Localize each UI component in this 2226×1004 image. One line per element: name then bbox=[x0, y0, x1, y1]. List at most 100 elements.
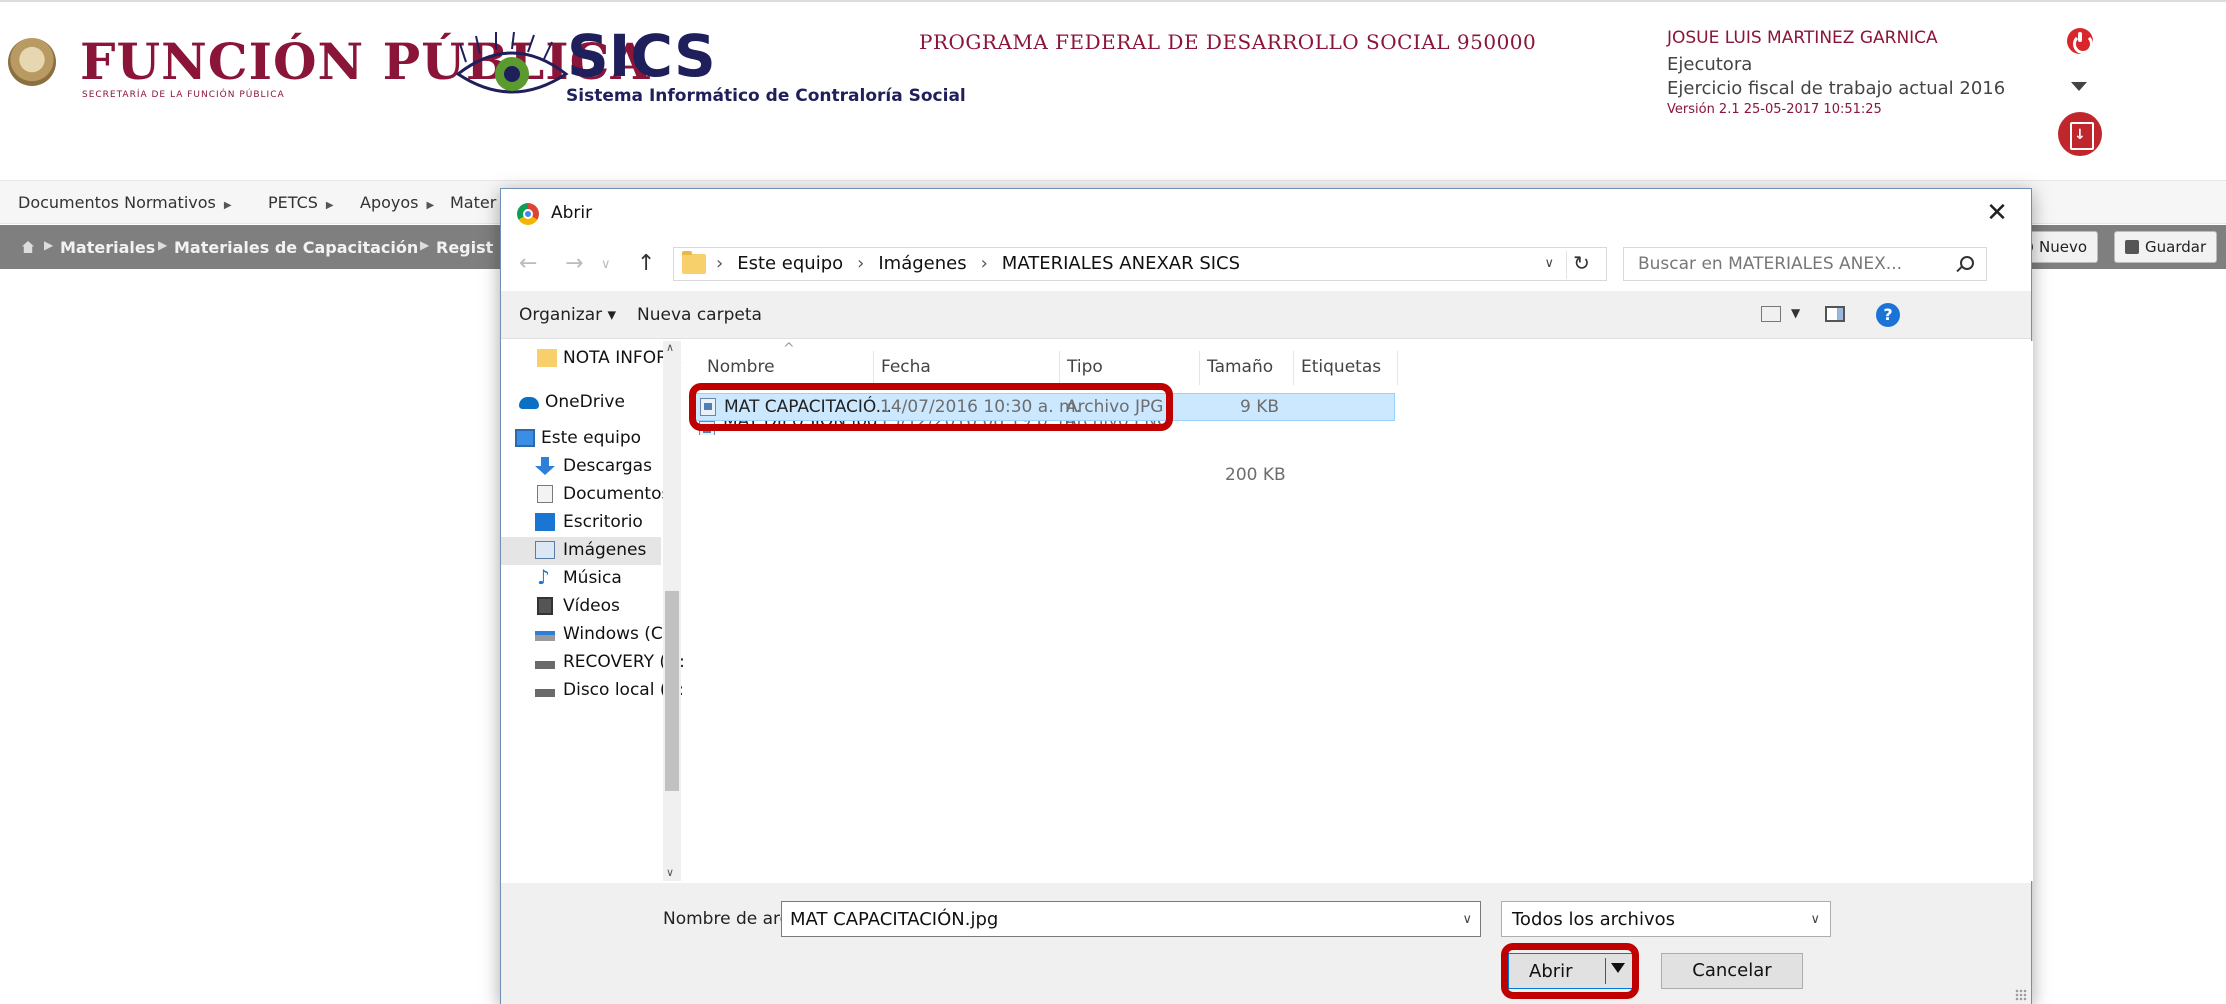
open-file-dialog: Abrir ✕ ← → ∨ ↑ › Este equipo › Imágenes › MA… bbox=[500, 188, 2033, 1004]
menu-item-apoyos[interactable]: Apoyos ▶ bbox=[360, 193, 434, 212]
path-segment-materiales-anexar-sics[interactable]: MATERIALES ANEXAR SICS bbox=[1002, 253, 1240, 274]
new-button-label: Nuevo bbox=[2039, 238, 2088, 256]
filename-dropdown-icon[interactable]: ∨ bbox=[1462, 912, 1472, 927]
filename-field[interactable]: MAT CAPACITACIÓN.jpg ∨ bbox=[781, 901, 1481, 937]
scroll-up-icon[interactable]: ∧ bbox=[666, 341, 674, 354]
filetype-select[interactable]: Todos los archivos ∨ bbox=[1501, 901, 1831, 937]
search-input[interactable]: Buscar en MATERIALES ANEX... bbox=[1623, 247, 1987, 281]
navigation-pane-scrollbar[interactable]: ∧ ∨ bbox=[663, 341, 681, 881]
nav-item-windows-c[interactable]: Windows (C:) bbox=[501, 621, 675, 649]
preview-pane-icon[interactable] bbox=[1825, 306, 1845, 322]
path-segment-este-equipo[interactable]: Este equipo bbox=[737, 253, 843, 274]
highlight-annotation bbox=[689, 383, 1173, 431]
nav-item-este-equipo[interactable]: Este equipo bbox=[501, 425, 661, 453]
user-name: JOSUE LUIS MARTINEZ GARNICA bbox=[1667, 28, 1938, 48]
breadcrumb-separator-icon: ▶ bbox=[420, 238, 430, 252]
nav-item-documentos[interactable]: Documentos bbox=[501, 481, 670, 509]
nav-item-onedrive[interactable]: OneDrive bbox=[501, 389, 661, 417]
nav-item-label: Música bbox=[563, 568, 622, 588]
save-button[interactable]: Guardar bbox=[2114, 231, 2218, 263]
column-divider[interactable] bbox=[873, 351, 874, 385]
menu-arrow-icon: ▶ bbox=[426, 200, 435, 211]
view-options-icon[interactable] bbox=[1761, 306, 1781, 322]
caret-down-icon[interactable] bbox=[2071, 82, 2087, 91]
forward-arrow-icon[interactable]: → bbox=[565, 251, 583, 276]
nav-item-label: Documentos bbox=[563, 484, 671, 504]
menu-item-documentos-normativos[interactable]: Documentos Normativos ▶ bbox=[18, 193, 232, 212]
navigation-pane: NOTA INFORMA OneDrive Este equipo Descar… bbox=[501, 341, 694, 881]
sics-eye-logo bbox=[455, 32, 569, 94]
drive-c-icon bbox=[535, 631, 555, 641]
column-header-label: Fecha bbox=[881, 357, 931, 377]
recent-locations-chevron-icon[interactable]: ∨ bbox=[601, 257, 611, 272]
sort-ascending-icon: ^ bbox=[783, 341, 795, 357]
power-icon[interactable] bbox=[2067, 28, 2093, 54]
breadcrumb-item-materiales[interactable]: Materiales bbox=[60, 238, 155, 257]
close-button[interactable]: ✕ bbox=[1977, 195, 2017, 231]
cancel-button[interactable]: Cancelar bbox=[1661, 953, 1803, 989]
menu-item-label: Mater bbox=[450, 193, 497, 212]
address-dropdown-icon[interactable]: ∨ bbox=[1544, 256, 1554, 271]
resize-grip-icon[interactable] bbox=[2015, 989, 2027, 1001]
path-segment-imagenes[interactable]: Imágenes bbox=[878, 253, 966, 274]
sics-title: SICS bbox=[567, 22, 716, 90]
column-divider[interactable] bbox=[1397, 351, 1398, 385]
filetype-value: Todos los archivos bbox=[1512, 909, 1675, 930]
view-dropdown-icon[interactable]: ▼ bbox=[1791, 306, 1800, 320]
file-size: 9 KB bbox=[1240, 397, 1280, 417]
music-icon: ♪ bbox=[537, 565, 550, 589]
nav-item-musica[interactable]: ♪ Música bbox=[501, 565, 661, 593]
program-title: PROGRAMA FEDERAL DE DESARROLLO SOCIAL 95… bbox=[919, 30, 1537, 54]
column-divider[interactable] bbox=[1199, 351, 1200, 385]
back-arrow-icon[interactable]: ← bbox=[519, 251, 537, 276]
dialog-title: Abrir bbox=[551, 203, 593, 223]
nav-item-disco-local-z[interactable]: Disco local (Z:) bbox=[501, 677, 690, 705]
address-bar[interactable]: › Este equipo › Imágenes › MATERIALES ANEXAR … bbox=[673, 247, 1607, 281]
nav-item-nota-informa[interactable]: NOTA INFORMA bbox=[501, 345, 694, 373]
menu-item-materiales[interactable]: Mater bbox=[450, 193, 496, 212]
column-header-etiquetas[interactable]: Etiquetas bbox=[1301, 357, 1381, 377]
home-icon[interactable] bbox=[22, 241, 34, 253]
up-arrow-icon[interactable]: ↑ bbox=[637, 251, 655, 276]
column-header-fecha[interactable]: Fecha bbox=[881, 357, 931, 377]
manual-download-icon[interactable] bbox=[2058, 112, 2102, 156]
nav-item-imagenes[interactable]: Imágenes bbox=[501, 537, 661, 565]
documents-icon bbox=[537, 485, 553, 503]
organize-button[interactable]: Organizar ▾ bbox=[519, 305, 616, 325]
column-divider[interactable] bbox=[1059, 351, 1060, 385]
drive-d-icon bbox=[535, 661, 555, 669]
column-header-tipo[interactable]: Tipo bbox=[1067, 357, 1103, 377]
nav-item-descargas[interactable]: Descargas bbox=[501, 453, 661, 481]
nav-item-escritorio[interactable]: Escritorio bbox=[501, 509, 661, 537]
refresh-icon[interactable]: ↻ bbox=[1566, 251, 1596, 279]
file-list: Nombre ^ Fecha Tipo Tamaño Etiquetas MAT… bbox=[683, 341, 2033, 881]
path-separator-icon: › bbox=[857, 253, 865, 274]
nav-item-recovery-d[interactable]: RECOVERY (D:) bbox=[501, 649, 691, 677]
onedrive-icon bbox=[519, 397, 539, 409]
menu-item-petcs[interactable]: PETCS ▶ bbox=[268, 193, 334, 212]
highlight-annotation bbox=[1501, 943, 1639, 999]
column-header-nombre[interactable]: Nombre bbox=[707, 357, 775, 377]
dialog-titlebar[interactable]: Abrir ✕ bbox=[501, 189, 2031, 237]
funcion-publica-logo-subtitle: SECRETARÍA DE LA FUNCIÓN PÚBLICA bbox=[82, 90, 285, 100]
breadcrumb-item-materiales-capacitacion[interactable]: Materiales de Capacitación bbox=[174, 238, 418, 257]
column-header-label: Tamaño bbox=[1207, 357, 1274, 377]
sics-subtitle: Sistema Informático de Contraloría Socia… bbox=[566, 86, 966, 106]
scrollbar-thumb[interactable] bbox=[665, 591, 679, 791]
breadcrumb-item-registro[interactable]: Regist bbox=[436, 238, 493, 257]
dialog-footer: Nombre de archivo: MAT CAPACITACIÓN.jpg … bbox=[501, 883, 2031, 1004]
address-row: ← → ∨ ↑ › Este equipo › Imágenes › MATERIALES… bbox=[501, 237, 2031, 289]
nav-item-videos[interactable]: Vídeos bbox=[501, 593, 661, 621]
help-icon[interactable]: ? bbox=[1876, 303, 1900, 327]
user-role: Ejecutora bbox=[1667, 54, 1753, 75]
nav-item-label: Escritorio bbox=[563, 512, 643, 532]
column-divider[interactable] bbox=[1293, 351, 1294, 385]
pictures-icon bbox=[535, 541, 555, 559]
file-size: 200 KB bbox=[1225, 465, 1286, 485]
column-header-tamano[interactable]: Tamaño bbox=[1207, 357, 1273, 377]
scroll-down-icon[interactable]: ∨ bbox=[666, 866, 674, 879]
new-folder-button[interactable]: Nueva carpeta bbox=[637, 305, 762, 325]
menu-arrow-icon: ▶ bbox=[325, 200, 334, 211]
column-header-label: Tipo bbox=[1067, 357, 1103, 377]
column-header-label: Etiquetas bbox=[1301, 357, 1382, 377]
